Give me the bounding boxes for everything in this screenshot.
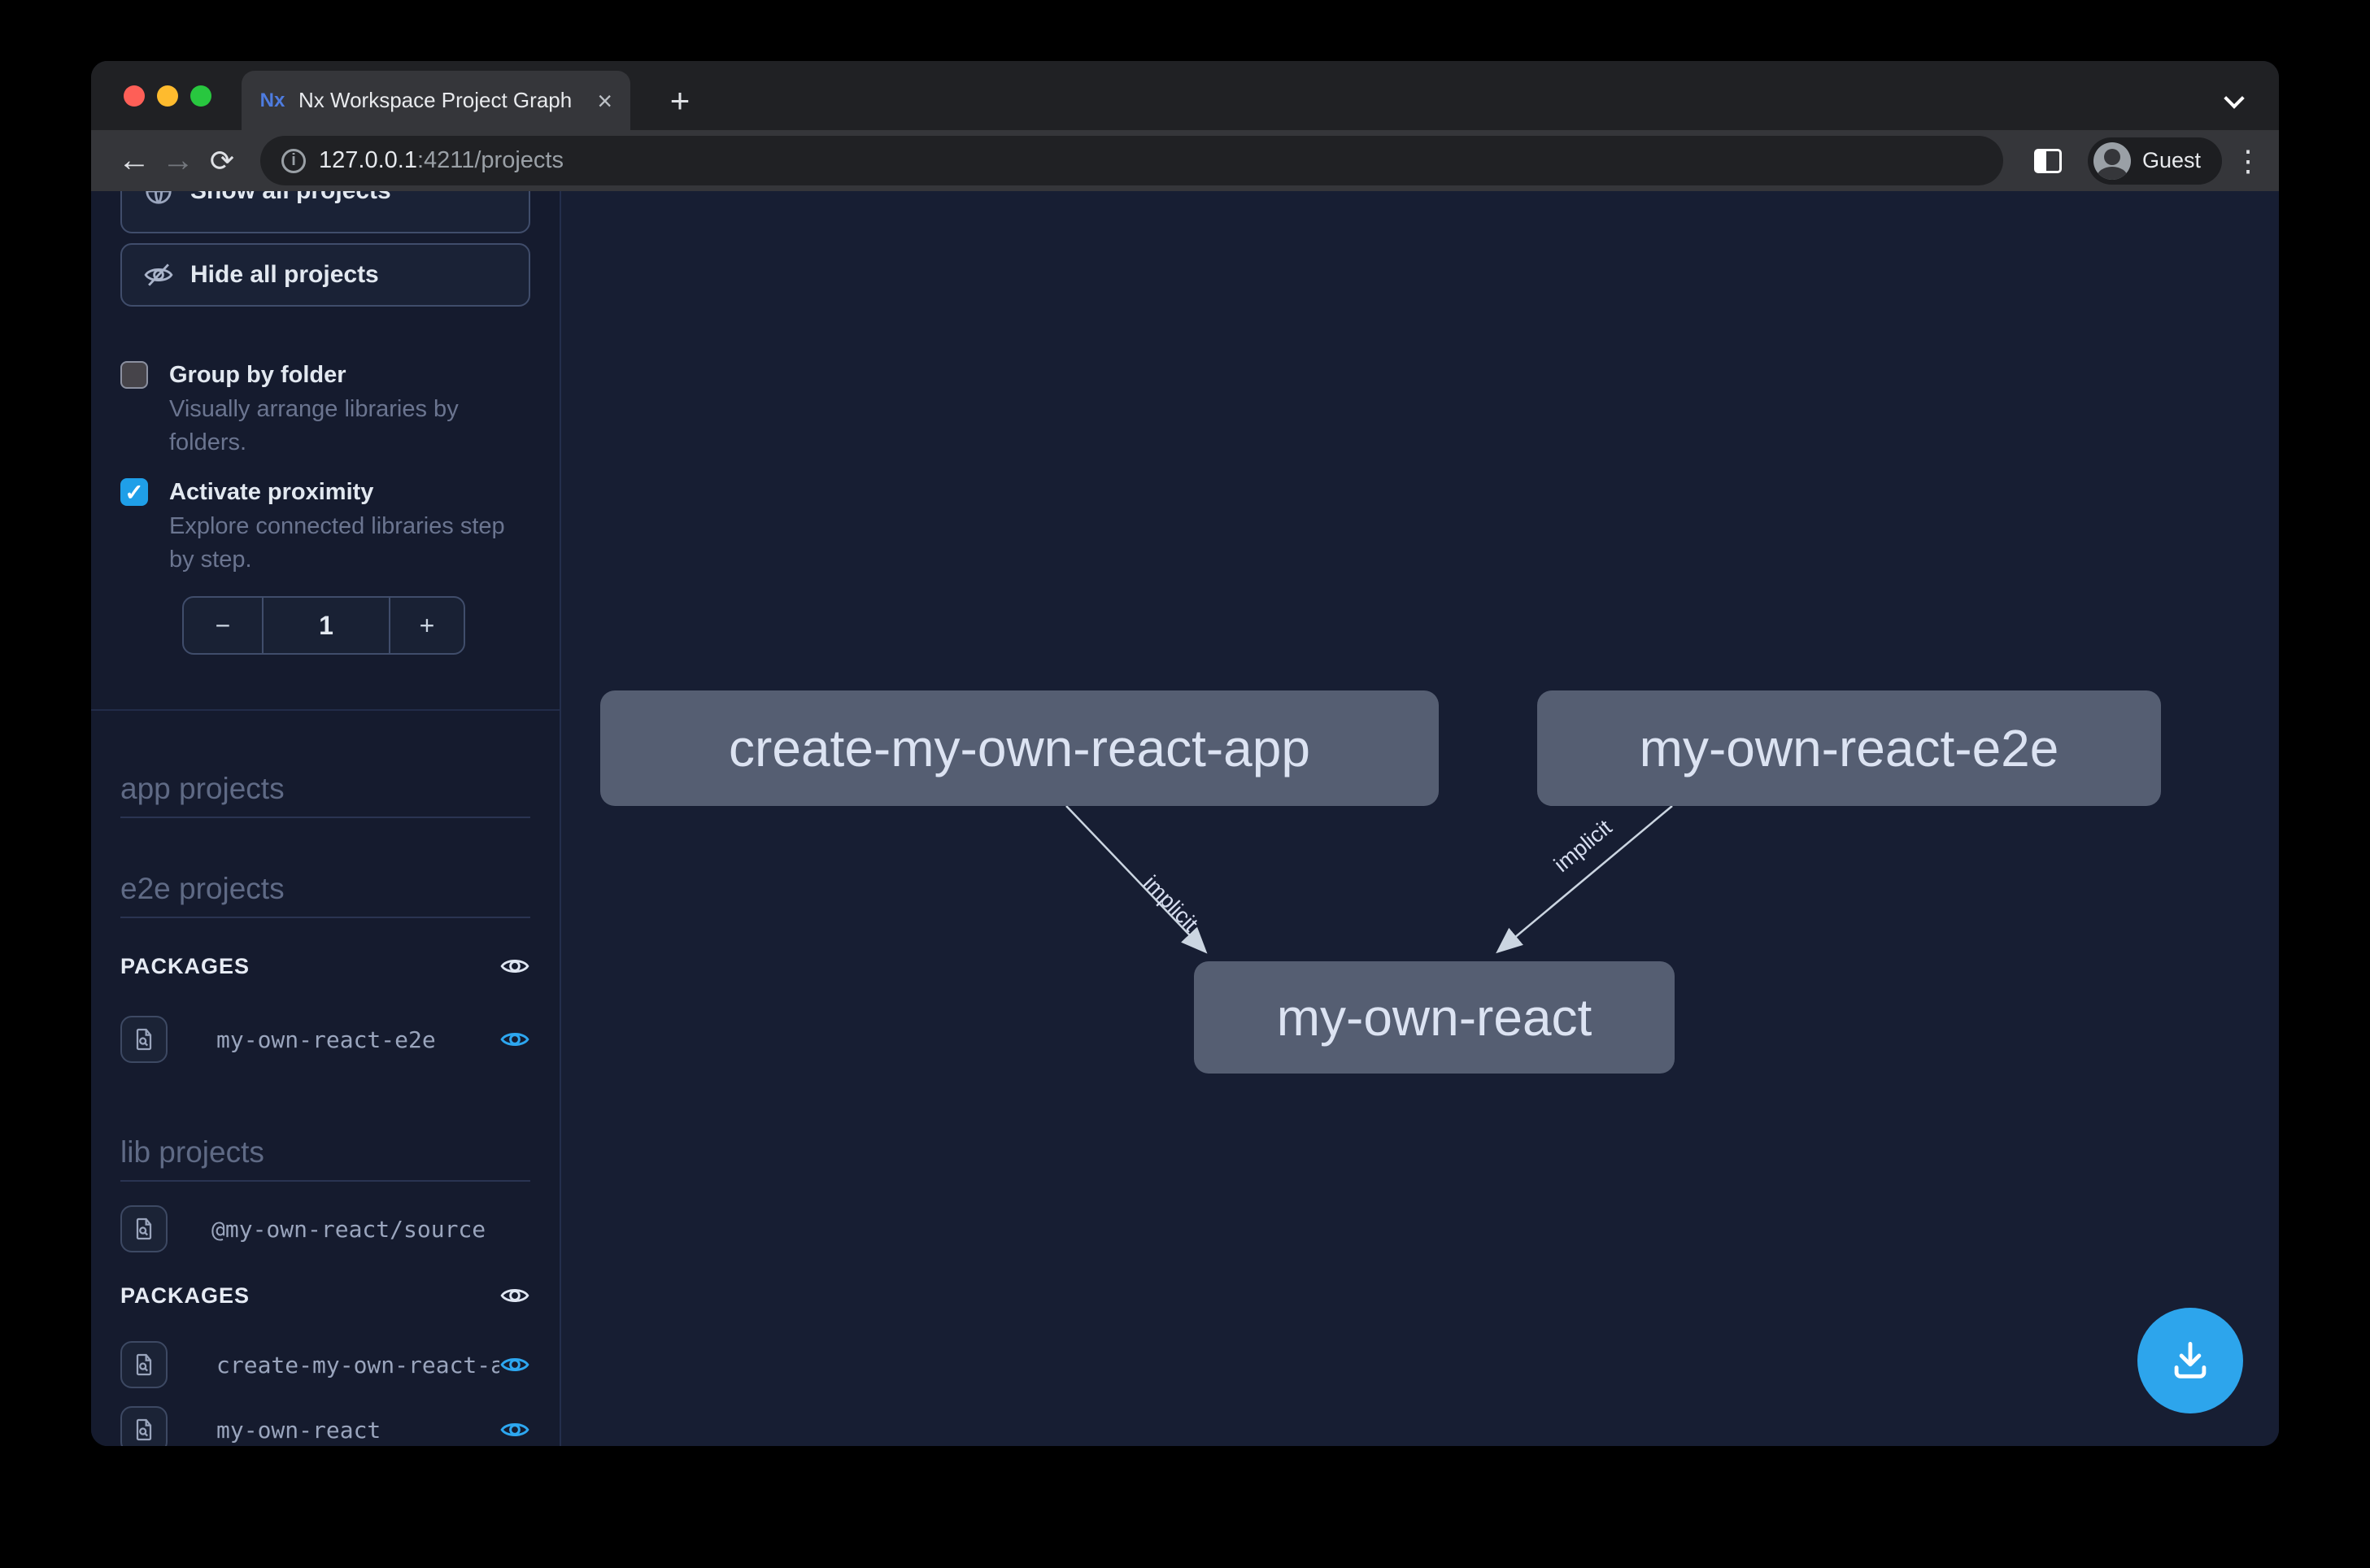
activate-proximity-description: Explore connected libraries step by step… bbox=[169, 510, 530, 577]
section-e2e-projects: e2e projects bbox=[120, 871, 530, 918]
project-row-my-own-react-e2e: my-own-react-e2e bbox=[120, 1008, 530, 1070]
forward-button[interactable]: → bbox=[156, 142, 200, 179]
graph-node-create-my-own-react-app[interactable]: create-my-own-react-app bbox=[600, 690, 1439, 806]
visibility-eye-icon[interactable] bbox=[499, 1414, 530, 1445]
reload-button[interactable]: ⟳ bbox=[200, 144, 244, 178]
project-row-my-own-react-source: @my-own-react/source bbox=[120, 1198, 530, 1260]
browser-window: Nx Nx Workspace Project Graph × + ← → ⟳ … bbox=[91, 61, 2279, 1446]
focus-project-button[interactable] bbox=[120, 1016, 168, 1063]
section-app-projects: app projects bbox=[120, 771, 530, 818]
group-by-folder-label: Group by folder bbox=[169, 359, 530, 391]
tab-title: Nx Workspace Project Graph bbox=[298, 88, 584, 113]
group-by-folder-description: Visually arrange libraries by folders. bbox=[169, 393, 530, 460]
chevron-down-icon[interactable] bbox=[2225, 91, 2243, 109]
graph-node-my-own-react-e2e[interactable]: my-own-react-e2e bbox=[1537, 690, 2161, 806]
lib-packages-header-row: PACKAGES bbox=[120, 1277, 530, 1314]
profile-label: Guest bbox=[2142, 148, 2201, 173]
packages-header: PACKAGES bbox=[120, 1283, 250, 1309]
side-panel-icon[interactable] bbox=[2034, 149, 2062, 173]
url-host: 127.0.0.1 bbox=[319, 147, 417, 173]
file-search-icon bbox=[131, 1352, 157, 1378]
close-window-button[interactable] bbox=[124, 85, 145, 107]
tab-close-icon[interactable]: × bbox=[597, 88, 612, 114]
browser-toolbar: ← → ⟳ i 127.0.0.1:4211/projects Guest ⋮ bbox=[91, 130, 2279, 191]
sidebar-divider bbox=[91, 709, 560, 711]
traffic-lights bbox=[124, 85, 211, 107]
address-bar[interactable]: i 127.0.0.1:4211/projects bbox=[260, 136, 2003, 185]
toggle-all-eye-icon[interactable] bbox=[499, 1280, 530, 1311]
nx-logo-icon: Nx bbox=[259, 88, 285, 114]
show-all-projects-button[interactable]: Show all projects bbox=[120, 191, 530, 233]
file-search-icon bbox=[131, 1216, 157, 1242]
download-icon bbox=[2167, 1337, 2214, 1384]
project-row-my-own-react: my-own-react bbox=[120, 1399, 530, 1446]
profile-button[interactable]: Guest bbox=[2088, 137, 2222, 185]
focus-project-button[interactable] bbox=[120, 1205, 168, 1252]
proximity-depth-stepper: − 1 + bbox=[182, 596, 465, 655]
edge-label-implicit: implicit bbox=[1549, 815, 1617, 877]
increment-button[interactable]: + bbox=[389, 598, 464, 653]
zoom-window-button[interactable] bbox=[190, 85, 211, 107]
activate-proximity-label: Activate proximity bbox=[169, 476, 530, 508]
show-all-projects-label: Show all projects bbox=[190, 191, 391, 205]
activate-proximity-checkbox[interactable]: ✓ bbox=[120, 478, 148, 506]
browser-tab[interactable]: Nx Nx Workspace Project Graph × bbox=[242, 71, 630, 130]
e2e-packages-header-row: PACKAGES bbox=[120, 947, 530, 985]
activate-proximity-option: ✓ Activate proximity Explore connected l… bbox=[120, 476, 530, 577]
project-graph-canvas[interactable]: implicit implicit create-my-own-react-ap… bbox=[561, 191, 2279, 1446]
proximity-depth-value[interactable]: 1 bbox=[264, 598, 389, 653]
file-search-icon bbox=[131, 1417, 157, 1443]
tab-strip: Nx Nx Workspace Project Graph × + bbox=[91, 61, 2279, 130]
toggle-all-eye-icon[interactable] bbox=[499, 951, 530, 982]
project-name[interactable]: @my-own-react/source bbox=[211, 1216, 530, 1243]
visibility-eye-icon[interactable] bbox=[499, 1024, 530, 1055]
menu-kebab-icon[interactable]: ⋮ bbox=[2233, 144, 2258, 178]
graph-edges: implicit implicit bbox=[561, 191, 2279, 1446]
focus-project-button[interactable] bbox=[120, 1406, 168, 1446]
hide-all-projects-button[interactable]: Hide all projects bbox=[120, 243, 530, 307]
project-name[interactable]: my-own-react-e2e bbox=[216, 1026, 499, 1053]
decrement-button[interactable]: − bbox=[184, 598, 264, 653]
edge-label-implicit: implicit bbox=[1139, 871, 1203, 937]
focus-project-button[interactable] bbox=[120, 1341, 168, 1388]
visibility-eye-icon[interactable] bbox=[499, 1349, 530, 1380]
eye-off-icon bbox=[143, 259, 174, 290]
sidebar: Show all projects Hide all projects Grou… bbox=[91, 191, 561, 1446]
graph-node-my-own-react[interactable]: my-own-react bbox=[1194, 961, 1675, 1074]
project-name[interactable]: create-my-own-react-app bbox=[216, 1352, 499, 1379]
page-content: Show all projects Hide all projects Grou… bbox=[91, 191, 2279, 1446]
avatar-icon bbox=[2093, 142, 2131, 180]
file-search-icon bbox=[131, 1026, 157, 1052]
minimize-window-button[interactable] bbox=[157, 85, 178, 107]
back-button[interactable]: ← bbox=[112, 142, 156, 179]
url-path: :4211/projects bbox=[417, 147, 564, 173]
site-info-icon[interactable]: i bbox=[281, 149, 306, 173]
project-name[interactable]: my-own-react bbox=[216, 1417, 499, 1444]
packages-header: PACKAGES bbox=[120, 954, 250, 979]
new-tab-button[interactable]: + bbox=[660, 81, 699, 120]
hide-all-projects-label: Hide all projects bbox=[190, 261, 379, 289]
globe-icon bbox=[143, 191, 174, 207]
download-graph-button[interactable] bbox=[2137, 1308, 2243, 1413]
group-by-folder-option: Group by folder Visually arrange librari… bbox=[120, 359, 530, 460]
url-text: 127.0.0.1:4211/projects bbox=[319, 147, 564, 174]
section-lib-projects: lib projects bbox=[120, 1135, 530, 1182]
project-row-create-my-own-react-app: create-my-own-react-app bbox=[120, 1334, 530, 1396]
group-by-folder-checkbox[interactable] bbox=[120, 361, 148, 389]
